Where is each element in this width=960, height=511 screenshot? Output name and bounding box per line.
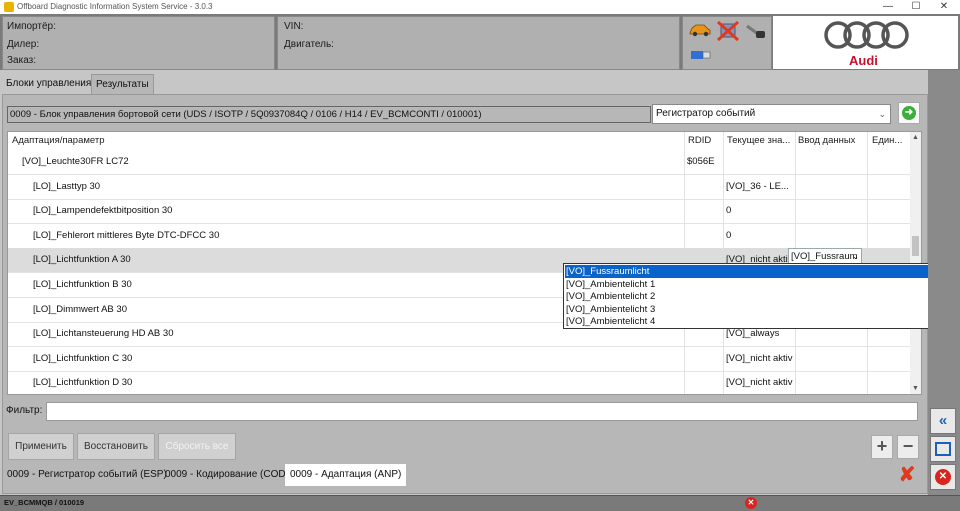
cell-input[interactable] bbox=[798, 347, 864, 371]
maximize-button[interactable]: ☐ bbox=[902, 0, 930, 14]
cell-current-value: 0 bbox=[726, 205, 732, 217]
table-row[interactable]: [VO]_Leuchte30FR LC72 $056E bbox=[8, 150, 910, 175]
cell-current-value: [VO]_nicht aktiv bbox=[726, 377, 793, 389]
usb-icon bbox=[691, 51, 711, 59]
add-button[interactable]: + bbox=[871, 435, 893, 459]
cell-parameter: [LO]_Fehlerort mittleres Byte DTC-DFCC 3… bbox=[33, 229, 220, 241]
table-row[interactable]: [LO]_Lampendefektbitposition 30 0 bbox=[8, 199, 910, 225]
cell-input[interactable] bbox=[798, 175, 864, 199]
order-label: Заказ: bbox=[7, 55, 37, 66]
cell-current-value bbox=[726, 150, 793, 174]
tab-coding[interactable]: 0009 - Кодирование (COD) bbox=[163, 464, 291, 486]
cell-parameter: [LO]_Lasttyp 30 bbox=[33, 180, 101, 192]
engine-label: Двигатель: bbox=[284, 39, 334, 50]
column-header-parameter[interactable]: Адаптация/параметр bbox=[8, 132, 682, 150]
cell-rdid bbox=[687, 199, 721, 223]
cell-input[interactable] bbox=[798, 199, 864, 223]
cell-parameter: [LO]_Lampendefektbitposition 30 bbox=[33, 205, 173, 217]
filter-input[interactable] bbox=[46, 402, 918, 421]
cell-parameter: [LO]_Lichtfunktion C 30 bbox=[33, 352, 133, 364]
cell-parameter: [LO]_Lichtfunktion D 30 bbox=[33, 377, 133, 389]
dropdown-option[interactable]: [VO]_Ambientelicht 3 bbox=[565, 303, 950, 316]
apply-button[interactable]: Применить bbox=[8, 433, 74, 460]
data-input-dropdown[interactable]: [VO]_Fussraumlicht [VO]_Ambientelicht 1 [V… bbox=[563, 263, 960, 329]
tab-results[interactable]: Результаты bbox=[91, 74, 154, 94]
cell-rdid bbox=[687, 175, 721, 199]
app-icon bbox=[4, 2, 14, 12]
cell-rdid: $056E bbox=[687, 156, 715, 167]
cell-current-value: [VO]_nicht aktiv bbox=[726, 352, 793, 364]
dropdown-option[interactable]: [VO]_Ambientelicht 2 bbox=[565, 290, 950, 303]
cell-rdid bbox=[687, 224, 721, 248]
reset-all-button[interactable]: Сбросить все bbox=[158, 433, 236, 460]
cell-input[interactable] bbox=[798, 371, 864, 394]
dealer-info-box: Импортёр: Дилер: Заказ: bbox=[2, 16, 275, 70]
cell-parameter: [VO]_Leuchte30FR LC72 bbox=[22, 156, 129, 167]
ecu-description: 0009 - Блок управления бортовой сети (UD… bbox=[7, 106, 651, 123]
function-mode-select[interactable]: Регистратор событий ⌄ bbox=[652, 104, 891, 124]
car-icon bbox=[689, 24, 711, 37]
status-bar: EV_BCMMQB / 010019 ✕ bbox=[0, 495, 960, 511]
restore-button[interactable]: Восстановить bbox=[77, 433, 155, 460]
cell-unit bbox=[870, 224, 906, 248]
audi-rings-logo bbox=[824, 21, 909, 49]
connection-status-box bbox=[682, 16, 772, 70]
dropdown-option[interactable]: [VO]_Fussraumlicht bbox=[565, 265, 950, 278]
tab-adaptation[interactable]: 0009 - Адаптация (ANP) bbox=[285, 464, 407, 486]
table-row[interactable]: [LO]_Lichtfunktion C 30 [VO]_nicht aktiv bbox=[8, 347, 910, 372]
table-row[interactable]: [LO]_Lichtfunktion D 30 [VO]_nicht aktiv bbox=[8, 371, 910, 394]
error-status-icon[interactable]: ✕ bbox=[745, 497, 757, 509]
column-header-unit[interactable]: Един... bbox=[868, 132, 912, 150]
close-icon[interactable]: ✕ bbox=[930, 464, 956, 490]
table-row[interactable]: [LO]_Lasttyp 30 [VO]_36 - LE... bbox=[8, 175, 910, 200]
importer-label: Импортёр: bbox=[7, 21, 56, 32]
double-chevron-left-icon[interactable]: « bbox=[930, 408, 956, 434]
arrow-right-icon: ➜ bbox=[902, 106, 916, 120]
scroll-up-icon[interactable]: ▲ bbox=[910, 134, 921, 141]
cell-unit bbox=[870, 371, 906, 394]
function-mode-value: Регистратор событий bbox=[656, 108, 756, 119]
tab-control-units[interactable]: Блоки управления bbox=[2, 74, 96, 94]
dropdown-option[interactable]: [VO]_Ambientelicht 1 bbox=[565, 278, 950, 291]
cell-unit bbox=[870, 347, 906, 371]
key-icon bbox=[746, 24, 765, 38]
cell-current-value: 0 bbox=[726, 229, 732, 241]
filter-label: Фильтр: bbox=[6, 405, 43, 416]
table-row[interactable]: [LO]_Fehlerort mittleres Byte DTC-DFCC 3… bbox=[8, 224, 910, 249]
scroll-thumb[interactable] bbox=[912, 236, 919, 256]
cell-rdid bbox=[687, 371, 721, 394]
cell-unit bbox=[870, 175, 906, 199]
column-header-current-value[interactable]: Текущее зна... bbox=[723, 132, 797, 150]
scroll-down-icon[interactable]: ▼ bbox=[910, 385, 921, 392]
cell-unit bbox=[870, 199, 906, 223]
window-title: Offboard Diagnostic Information System S… bbox=[17, 2, 213, 11]
dropdown-option[interactable]: [VO]_Ambientelicht 4 bbox=[565, 315, 950, 328]
column-header-input[interactable]: Ввод данных bbox=[794, 132, 868, 150]
vehicle-info-box: VIN: Двигатель: bbox=[277, 16, 680, 70]
go-button[interactable]: ➜ bbox=[898, 102, 920, 124]
brand-logo: Audi bbox=[773, 16, 958, 69]
title-bar: Offboard Diagnostic Information System S… bbox=[0, 0, 960, 14]
close-function-icon[interactable]: ✘ bbox=[896, 464, 918, 486]
minimize-button[interactable]: — bbox=[874, 0, 902, 14]
dealer-label: Дилер: bbox=[7, 39, 40, 50]
cell-unit bbox=[870, 150, 906, 174]
brand-name: Audi bbox=[849, 53, 878, 68]
cell-input[interactable] bbox=[798, 224, 864, 248]
remove-button[interactable]: − bbox=[897, 435, 919, 459]
data-input-value: [VO]_Fussraum bbox=[791, 251, 858, 262]
chevron-down-icon: ⌄ bbox=[878, 109, 886, 119]
no-connection-icon bbox=[716, 20, 740, 42]
column-header-rdid[interactable]: RDID bbox=[684, 132, 722, 150]
status-text: EV_BCMMQB / 010019 bbox=[4, 498, 85, 507]
vin-label: VIN: bbox=[284, 21, 304, 32]
close-window-button[interactable]: ✕ bbox=[930, 0, 958, 14]
cell-rdid bbox=[687, 347, 721, 371]
cell-current-value: [VO]_36 - LE... bbox=[726, 180, 789, 192]
tab-event-memory[interactable]: 0009 - Регистратор событий (ESP) bbox=[5, 464, 169, 486]
window-icon[interactable] bbox=[930, 436, 956, 462]
cell-input[interactable] bbox=[798, 150, 864, 174]
